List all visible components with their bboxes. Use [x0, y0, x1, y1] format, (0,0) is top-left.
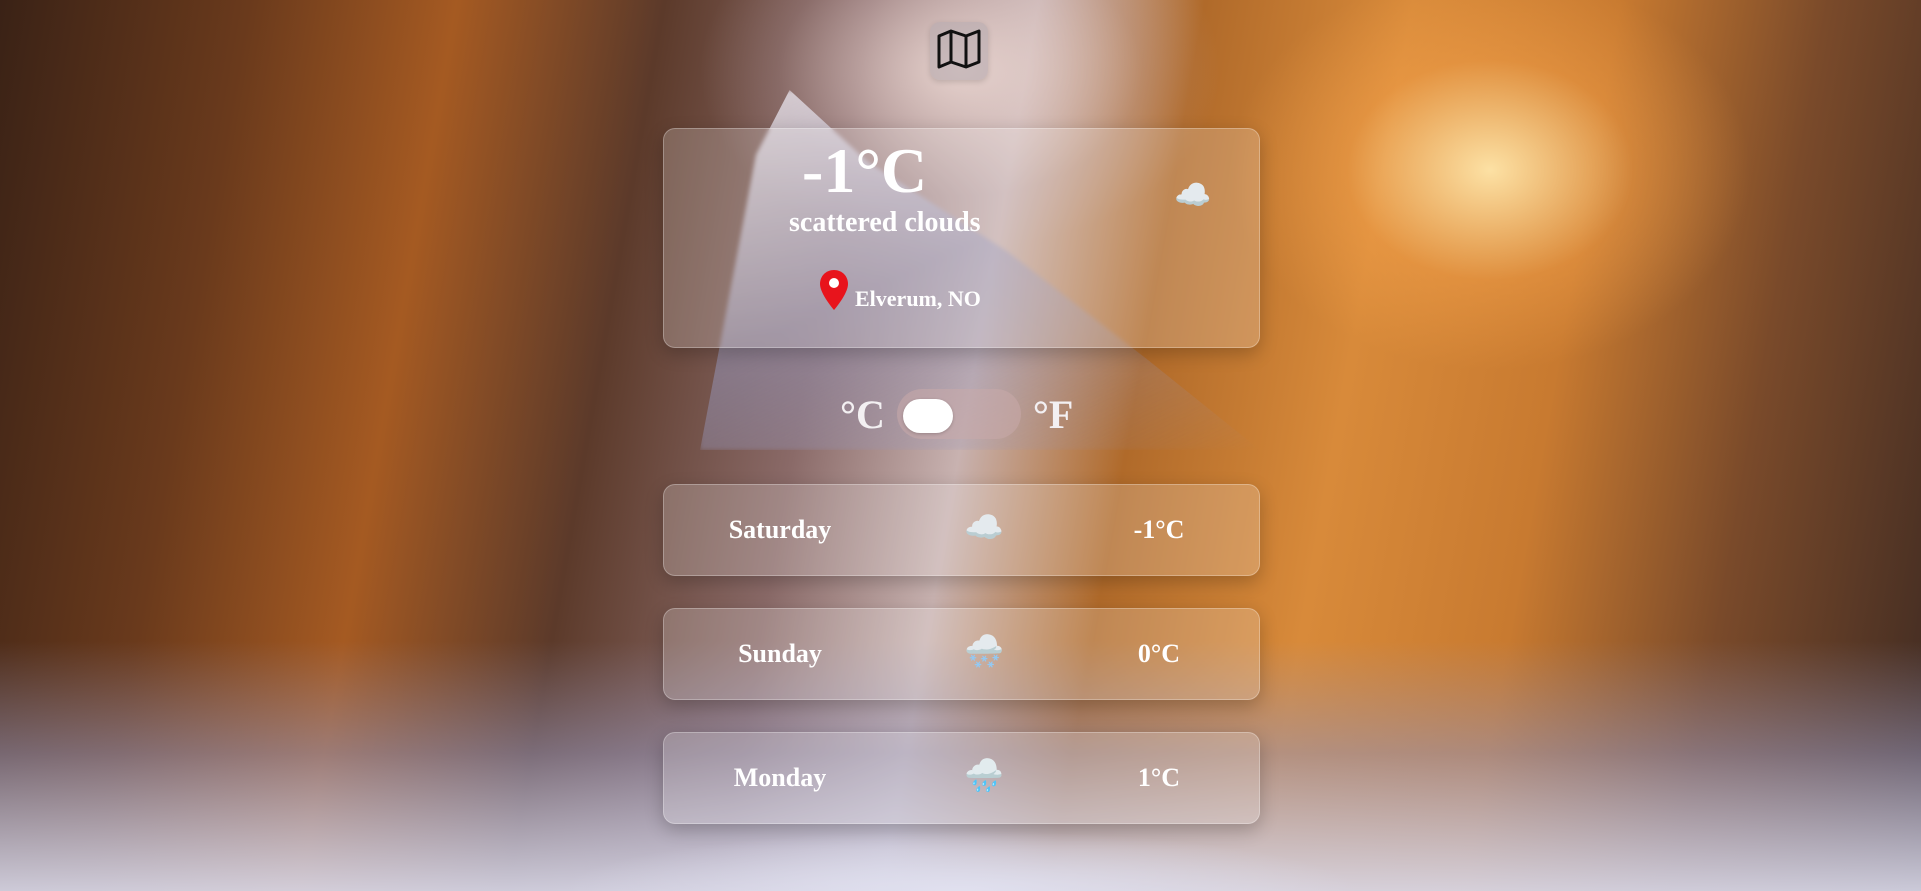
unit-toggle: °C °F [840, 389, 1073, 439]
forecast-temperature: -1°C [1133, 515, 1185, 544]
forecast-day: Sunday [738, 639, 822, 668]
current-temperature: -1°C [802, 135, 928, 206]
forecast-row: Sunday 🌨️ 0°C [663, 608, 1260, 700]
location-label: Elverum, NO [855, 285, 981, 311]
location: Elverum, NO [819, 269, 981, 316]
rain-cloud-icon: 🌧️ [964, 757, 1004, 793]
location-pin-icon [819, 269, 849, 316]
forecast-row: Monday 🌧️ 1°C [663, 732, 1260, 824]
forecast-day: Saturday [728, 515, 832, 544]
celsius-label: °C [840, 391, 885, 437]
current-weather-card: -1°C scattered clouds ☁️ Elverum, NO [663, 128, 1260, 348]
fahrenheit-label: °F [1032, 391, 1074, 437]
forecast-day: Monday [733, 763, 827, 792]
map-button[interactable] [930, 22, 988, 80]
map-icon [936, 28, 982, 75]
forecast-temperature: 1°C [1137, 763, 1181, 792]
cloudy-night-icon: ☁️ [964, 509, 1004, 545]
scattered-clouds-icon: ☁️ [1174, 179, 1212, 212]
forecast-row: Saturday ☁️ -1°C [663, 484, 1260, 576]
weather-description: scattered clouds [789, 207, 981, 238]
snow-night-icon: 🌨️ [964, 633, 1004, 669]
forecast-temperature: 0°C [1137, 639, 1181, 668]
unit-switch[interactable] [896, 389, 1021, 439]
unit-switch-knob[interactable] [902, 399, 953, 433]
